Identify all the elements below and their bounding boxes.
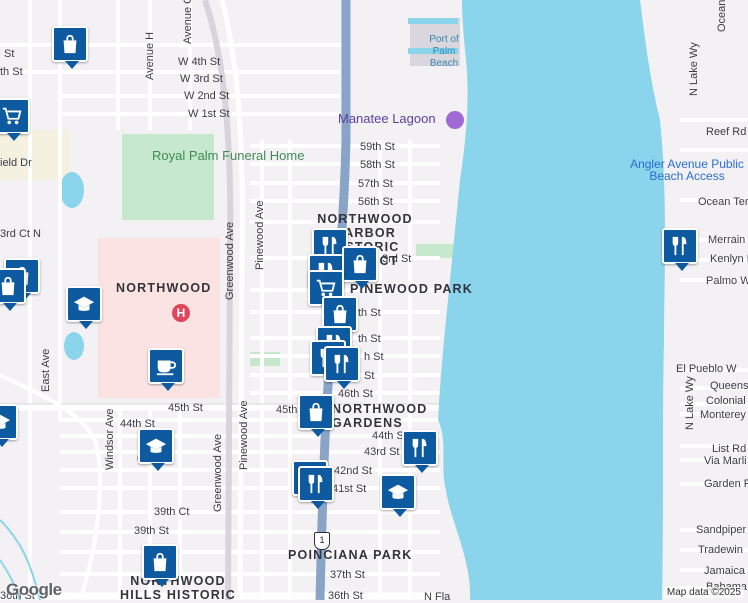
street-label: 3rd Ct N (0, 228, 41, 240)
angler-beach-label[interactable]: Angler Avenue Public Beach Access (626, 158, 748, 182)
street-label: 43rd St (364, 446, 400, 458)
area-label: NORTHWOOD GARDENS (332, 402, 428, 430)
street-label: Greenwood Ave (224, 221, 236, 300)
street-label: 39th Ct (154, 506, 190, 518)
street-label: 57th St (358, 178, 393, 190)
street-label: N Fla (424, 591, 451, 603)
street-label: Windsor Ave (104, 408, 116, 470)
street-label: El Pueblo W (676, 363, 737, 375)
street-label: th St (358, 307, 381, 319)
area-label: POINCIANA PARK (288, 548, 413, 562)
street-label: 42nd St (334, 465, 372, 477)
school-icon[interactable] (66, 286, 102, 329)
street-label: 36th St (328, 590, 363, 602)
shopping-bag-icon[interactable] (342, 246, 378, 289)
street-label: Monterey (700, 409, 746, 421)
street-label: Reef Rd (706, 126, 747, 138)
lake (64, 332, 84, 360)
street-label: Ocean Ter (698, 196, 748, 208)
restaurant-icon[interactable] (662, 228, 698, 271)
street-label: Merrain (708, 234, 746, 246)
street-label: Via Marli (704, 455, 747, 467)
street-label: 39th St (134, 525, 169, 537)
street-label: 59th St (360, 141, 395, 153)
street-label: th St (358, 333, 381, 345)
street-label: Jamaica (704, 565, 745, 577)
street-label: Pinewood Ave (238, 400, 250, 470)
port-label: Port of Palm Beach (429, 34, 459, 69)
hospital-icon[interactable]: H (172, 304, 190, 322)
street-label: ield Dr (0, 157, 32, 169)
route-shield-icon: 1 (314, 532, 330, 550)
google-logo[interactable]: Google (6, 580, 62, 600)
street-label: W 1st St (188, 108, 230, 120)
area-label: NORTHWOOD (116, 281, 212, 295)
small-park (416, 244, 454, 258)
street-label: h St (364, 351, 384, 363)
attraction-icon[interactable] (446, 111, 464, 129)
street-label: W 2nd St (184, 90, 230, 102)
street-label: Pinewood Ave (254, 200, 266, 270)
area-label: NORTHWOOD HILLS HISTORIC (120, 574, 236, 602)
school-icon[interactable] (0, 404, 18, 447)
street-label: Sandpiper (696, 524, 747, 536)
street-label: N Lake Wy (684, 376, 696, 430)
grocery-cart-icon[interactable] (0, 98, 30, 141)
shopping-bag-icon[interactable] (52, 26, 88, 69)
street-label: th St (0, 66, 23, 78)
street-label: Greenwood Ave (212, 433, 224, 512)
street-label: Avenue H (144, 31, 156, 80)
school-icon[interactable] (138, 428, 174, 471)
street-label: Palmo W (706, 275, 748, 287)
street-label: 46th St (338, 388, 373, 400)
shopping-bag-icon[interactable] (0, 268, 26, 311)
street-label: Garden R (704, 478, 748, 490)
restaurant-icon[interactable] (402, 430, 438, 473)
school-icon[interactable] (380, 474, 416, 517)
street-label: 37th St (330, 569, 365, 581)
manatee-lagoon-label[interactable]: Manatee Lagoon (338, 112, 436, 125)
street-label: Colonial (706, 395, 746, 407)
lake-worth (438, 0, 665, 600)
street-label: Ocean Blvd (716, 0, 728, 32)
restaurant-icon[interactable] (324, 346, 360, 389)
street-label: Queens (710, 380, 748, 392)
map-canvas[interactable] (0, 0, 748, 600)
shopping-bag-icon[interactable] (142, 544, 178, 587)
street-label: 56th St (358, 196, 393, 208)
street-label: Tradewin (698, 544, 743, 556)
shopping-bag-icon[interactable] (298, 394, 334, 437)
street-label: 41st St (332, 483, 367, 495)
royal-palm-park (122, 134, 214, 220)
street-label: List Rd (712, 443, 747, 455)
restaurant-icon[interactable] (298, 466, 334, 509)
map-attribution[interactable]: Map data ©2025 (663, 587, 744, 598)
lake (60, 172, 84, 208)
street-label: St (364, 370, 375, 382)
street-label: East Ave (40, 348, 52, 392)
street-label: W 3rd St (180, 73, 223, 85)
cafe-icon[interactable] (148, 348, 184, 391)
street-label: 58th St (360, 159, 395, 171)
street-label: N Lake Wy (688, 42, 700, 96)
street-label: 45th St (168, 402, 203, 414)
street-label: W 4th St (178, 56, 221, 68)
street-label: St (4, 48, 15, 60)
street-label: Avenue G (182, 0, 194, 44)
street-label: Kenlyn R (710, 253, 748, 265)
